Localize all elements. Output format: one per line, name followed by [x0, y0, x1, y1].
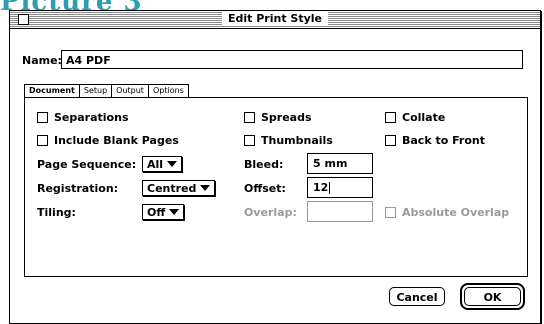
separations-label: Separations [54, 111, 129, 124]
checkbox-box-icon [385, 112, 396, 123]
tiling-popup[interactable]: Off [142, 204, 185, 220]
popup-arrow-icon [169, 209, 180, 215]
text-cursor-icon [329, 182, 331, 194]
checkbox-box-icon [244, 112, 255, 123]
offset-input[interactable]: 12 [307, 177, 373, 198]
thumbnails-checkbox[interactable]: Thumbnails [244, 134, 333, 147]
spreads-checkbox[interactable]: Spreads [244, 111, 312, 124]
overlap-input[interactable] [307, 201, 373, 222]
collate-label: Collate [402, 111, 446, 124]
include-blank-pages-checkbox[interactable]: Include Blank Pages [37, 134, 179, 147]
absolute-overlap-checkbox[interactable]: Absolute Overlap [385, 206, 509, 219]
bleed-label: Bleed: [244, 158, 284, 171]
tiling-label: Tiling: [37, 206, 76, 219]
collate-checkbox[interactable]: Collate [385, 111, 445, 124]
registration-value: Centred [147, 181, 197, 195]
page-sequence-popup[interactable]: All [142, 156, 183, 172]
checkbox-box-icon [385, 135, 396, 146]
thumbnails-label: Thumbnails [261, 134, 333, 147]
tiling-value: Off [147, 205, 166, 219]
registration-label: Registration: [37, 182, 119, 195]
ok-button[interactable]: OK [464, 287, 521, 306]
absolute-overlap-label: Absolute Overlap [402, 206, 510, 219]
offset-label: Offset: [244, 182, 286, 195]
separations-checkbox[interactable]: Separations [37, 111, 129, 124]
title-bar[interactable]: Edit Print Style [10, 11, 540, 29]
page-sequence-label: Page Sequence: [37, 158, 137, 171]
tab-options[interactable]: Options [147, 84, 189, 97]
offset-value: 12 [313, 181, 329, 194]
tab-setup[interactable]: Setup [78, 84, 113, 97]
popup-arrow-icon [167, 161, 178, 167]
back-to-front-checkbox[interactable]: Back to Front [385, 134, 485, 147]
edit-print-style-dialog: Edit Print Style Name: A4 PDF Document S… [9, 10, 541, 324]
overlap-label: Overlap: [244, 206, 297, 219]
window-title: Edit Print Style [221, 12, 329, 26]
tab-output[interactable]: Output [111, 84, 149, 97]
registration-popup[interactable]: Centred [142, 180, 216, 196]
bleed-input[interactable]: 5 mm [307, 153, 373, 174]
close-box-icon[interactable] [18, 14, 29, 25]
document-tab-panel: Separations Include Blank Pages Page Seq… [24, 97, 528, 277]
tab-document[interactable]: Document [24, 84, 80, 98]
checkbox-box-icon [244, 135, 255, 146]
spreads-label: Spreads [261, 111, 312, 124]
popup-arrow-icon [200, 185, 211, 191]
checkbox-box-icon [385, 207, 396, 218]
name-label: Name: [22, 54, 62, 67]
tab-bar: Document Setup Output Options [24, 84, 189, 98]
checkbox-box-icon [37, 135, 48, 146]
back-to-front-label: Back to Front [402, 134, 485, 147]
cancel-button[interactable]: Cancel [389, 287, 445, 306]
checkbox-box-icon [37, 112, 48, 123]
page-sequence-value: All [147, 157, 164, 171]
include-blank-pages-label: Include Blank Pages [54, 134, 179, 147]
name-input[interactable]: A4 PDF [61, 50, 523, 69]
